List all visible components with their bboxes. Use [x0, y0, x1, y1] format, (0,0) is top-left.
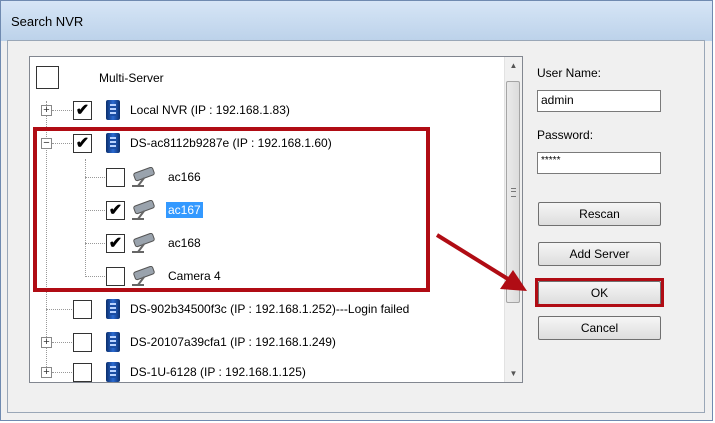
row-checkbox[interactable]	[106, 168, 125, 187]
scroll-down-icon[interactable]: ▼	[505, 365, 522, 382]
camera-icon	[132, 233, 155, 253]
row-label: DS-902b34500f3c (IP : 192.168.1.252)---L…	[130, 302, 410, 316]
tree-scrollbar[interactable]: ▲ ▼	[504, 57, 522, 382]
tree-row-ds-ac8112[interactable]: − ✔ DS-ac8112b9287e (IP : 192.168.1.60)	[30, 130, 500, 156]
row-checkbox[interactable]: ✔	[73, 101, 92, 120]
tree-row-local-nvr[interactable]: + ✔ Local NVR (IP : 192.168.1.83)	[30, 97, 500, 123]
row-label: Camera 4	[168, 269, 221, 283]
row-checkbox[interactable]	[73, 333, 92, 352]
row-label: DS-1U-6128 (IP : 192.168.1.125)	[130, 365, 306, 379]
row-label: ac168	[168, 236, 201, 250]
collapse-icon[interactable]: −	[41, 138, 52, 149]
row-checkbox[interactable]	[73, 300, 92, 319]
row-checkbox[interactable]: ✔	[73, 134, 92, 153]
password-label: Password:	[537, 128, 594, 142]
rescan-button[interactable]: Rescan	[538, 202, 661, 226]
root-checkbox[interactable]	[36, 66, 59, 89]
scroll-up-icon[interactable]: ▲	[505, 57, 522, 74]
row-checkbox[interactable]	[73, 363, 92, 382]
tree-row-ds-1u[interactable]: + DS-1U-6128 (IP : 192.168.1.125)	[30, 359, 500, 382]
tree-row-ac167[interactable]: ✔ ac167	[30, 197, 500, 223]
scroll-thumb[interactable]	[506, 81, 520, 303]
password-input[interactable]: *****	[537, 152, 661, 174]
tree-root-row[interactable]: Multi-Server	[30, 64, 500, 90]
row-label-selected: ac167	[166, 202, 203, 218]
expand-icon[interactable]: +	[41, 367, 52, 378]
tree-row-ds-20107[interactable]: + DS-20107a39cfa1 (IP : 192.168.1.249)	[30, 329, 500, 355]
nvr-server-icon	[106, 332, 120, 352]
row-checkbox[interactable]	[106, 267, 125, 286]
camera-icon	[132, 266, 155, 286]
tree-row-camera-4[interactable]: Camera 4	[30, 263, 500, 289]
expand-icon[interactable]: +	[41, 337, 52, 348]
username-input[interactable]: admin	[537, 90, 661, 112]
row-label: Local NVR (IP : 192.168.1.83)	[130, 103, 290, 117]
tree-row-ds-902b[interactable]: DS-902b34500f3c (IP : 192.168.1.252)---L…	[30, 296, 500, 322]
title-bar[interactable]: Search NVR	[1, 1, 712, 41]
row-label: DS-20107a39cfa1 (IP : 192.168.1.249)	[130, 335, 336, 349]
camera-icon	[132, 200, 155, 220]
server-tree[interactable]: Multi-Server + ✔ Local NVR (IP : 192.168…	[29, 56, 523, 383]
add-server-button[interactable]: Add Server	[538, 242, 661, 266]
camera-icon	[132, 167, 155, 187]
row-checkbox[interactable]: ✔	[106, 234, 125, 253]
cancel-button[interactable]: Cancel	[538, 316, 661, 340]
nvr-server-icon	[106, 362, 120, 382]
nvr-server-icon	[106, 100, 120, 120]
row-label: DS-ac8112b9287e (IP : 192.168.1.60)	[130, 136, 332, 150]
ok-button[interactable]: OK	[538, 281, 661, 305]
nvr-server-icon	[106, 133, 120, 153]
root-label: Multi-Server	[99, 71, 164, 85]
nvr-server-icon	[106, 299, 120, 319]
tree-row-ac168[interactable]: ✔ ac168	[30, 230, 500, 256]
tree-row-ac166[interactable]: ac166	[30, 164, 500, 190]
expand-icon[interactable]: +	[41, 105, 52, 116]
username-label: User Name:	[537, 66, 602, 80]
row-checkbox[interactable]: ✔	[106, 201, 125, 220]
window-title: Search NVR	[11, 14, 84, 29]
row-label: ac166	[168, 170, 201, 184]
